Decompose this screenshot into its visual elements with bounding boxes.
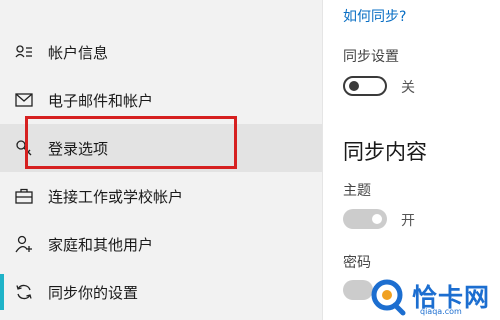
sidebar-item-label: 登录选项: [48, 139, 109, 158]
watermark: 恰卡网 qiaqa.com: [366, 278, 496, 316]
sidebar-item-sync-settings[interactable]: 同步你的设置: [0, 268, 322, 316]
sidebar-item-email-accounts[interactable]: 电子邮件和帐户: [0, 76, 322, 124]
sidebar-item-label: 同步你的设置: [48, 283, 139, 302]
settings-sidebar: 帐户信息 电子邮件和帐户 登录选项 连接工作或学校帐户 家庭和其他用户 同步你的…: [0, 0, 322, 320]
briefcase-icon: [14, 186, 34, 206]
sync-icon: [14, 282, 34, 302]
watermark-subtext: qiaqa.com: [420, 307, 462, 316]
sidebar-item-label: 电子邮件和帐户: [48, 91, 154, 110]
watermark-logo-icon: [371, 279, 406, 316]
sidebar-item-work-school[interactable]: 连接工作或学校帐户: [0, 172, 322, 220]
person-card-icon: [14, 42, 34, 62]
sidebar-item-sign-in-options[interactable]: 登录选项: [0, 124, 322, 172]
mail-icon: [14, 90, 34, 110]
sync-content-heading: 同步内容: [343, 140, 427, 164]
key-icon: [14, 138, 34, 158]
person-add-icon: [14, 234, 34, 254]
theme-label: 主题: [343, 183, 371, 199]
sync-settings-toggle[interactable]: [343, 76, 387, 96]
selection-accent-bar: [0, 274, 4, 310]
theme-toggle[interactable]: [343, 209, 387, 229]
sidebar-item-label: 家庭和其他用户: [48, 235, 154, 254]
password-label: 密码: [343, 255, 371, 271]
how-to-sync-link[interactable]: 如何同步?: [343, 6, 406, 26]
sync-settings-state: 关: [401, 80, 415, 96]
toggle-knob: [349, 81, 359, 91]
sidebar-item-label: 连接工作或学校帐户: [48, 187, 184, 206]
sidebar-item-account-info[interactable]: 帐户信息: [0, 28, 322, 76]
theme-state: 开: [401, 213, 415, 229]
toggle-knob: [372, 214, 382, 224]
sidebar-item-family-users[interactable]: 家庭和其他用户: [0, 220, 322, 268]
sync-settings-panel: 如何同步? 同步设置 关 同步内容 主题 开 密码: [323, 0, 500, 320]
sidebar-item-label: 帐户信息: [48, 43, 109, 62]
sync-settings-label: 同步设置: [343, 49, 399, 65]
